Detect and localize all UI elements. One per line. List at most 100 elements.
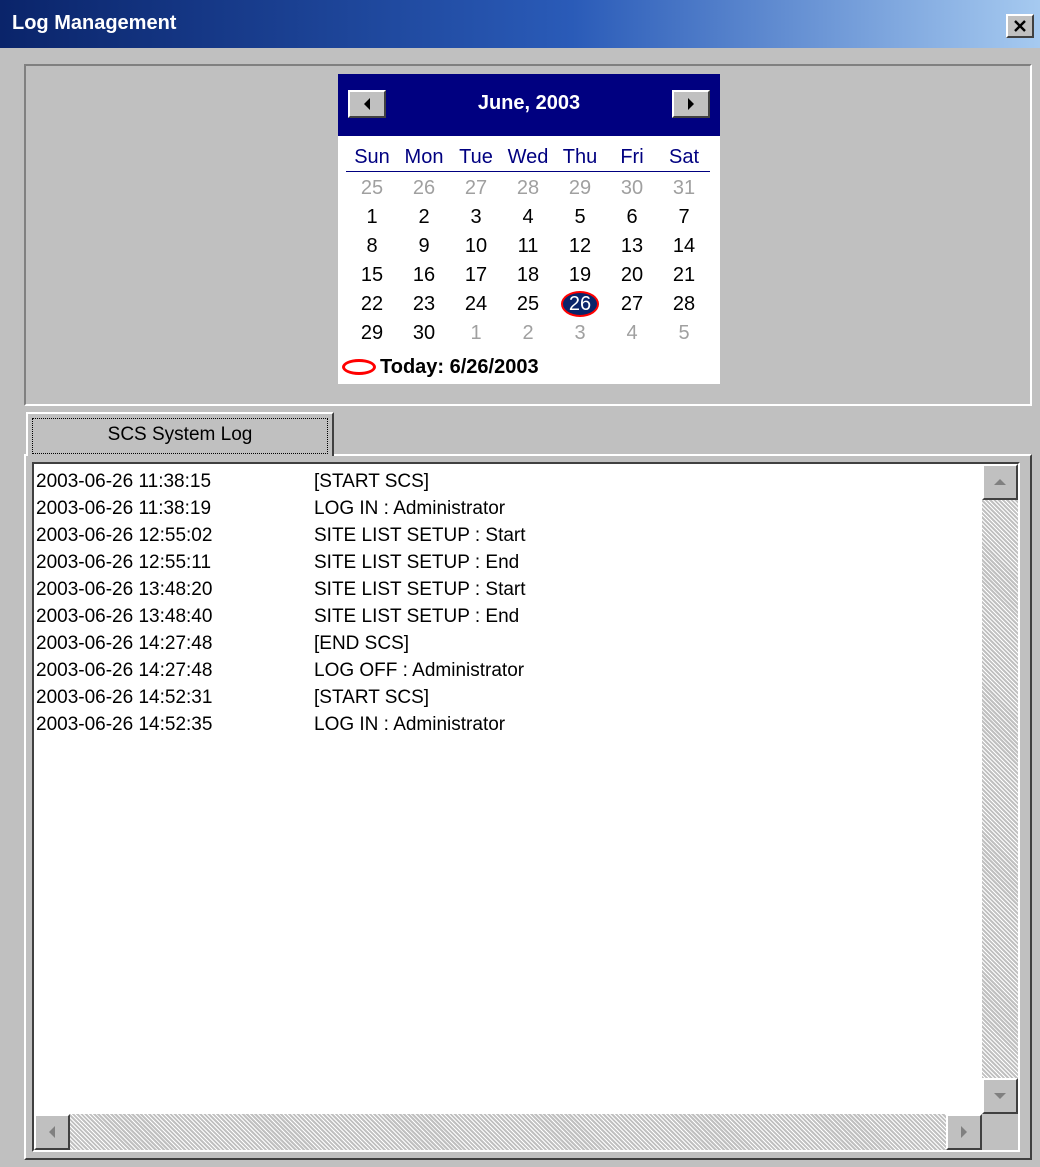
calendar-day[interactable]: 1 xyxy=(450,319,502,348)
calendar-day-number: 20 xyxy=(620,264,644,286)
log-message: [START SCS] xyxy=(314,687,430,708)
today-link[interactable]: Today: 6/26/2003 xyxy=(342,354,539,380)
log-row[interactable]: 2003-06-26 13:48:40 SITE LIST SETUP : End xyxy=(36,603,976,630)
scroll-up-button[interactable] xyxy=(982,464,1018,500)
calendar-day[interactable]: 17 xyxy=(450,261,502,290)
title-bar[interactable]: Log Management xyxy=(0,0,1040,48)
calendar-day[interactable]: 16 xyxy=(398,261,450,290)
calendar-day[interactable]: 3 xyxy=(450,203,502,232)
calendar-day-number: 8 xyxy=(366,235,378,257)
calendar-day-number: 4 xyxy=(522,206,534,228)
scroll-down-button[interactable] xyxy=(982,1078,1018,1114)
calendar-day-number: 7 xyxy=(678,206,690,228)
log-message: LOG OFF : Administrator xyxy=(314,660,525,681)
calendar-day[interactable]: 11 xyxy=(502,232,554,261)
calendar-day[interactable]: 21 xyxy=(658,261,710,290)
calendar-day[interactable]: 4 xyxy=(502,203,554,232)
log-row[interactable]: 2003-06-26 12:55:11 SITE LIST SETUP : End xyxy=(36,549,976,576)
log-row[interactable]: 2003-06-26 12:55:02 SITE LIST SETUP : Sta… xyxy=(36,522,976,549)
close-button[interactable] xyxy=(1006,14,1034,38)
calendar-day[interactable]: 27 xyxy=(606,290,658,319)
calendar-day[interactable]: 30 xyxy=(398,319,450,348)
calendar-day-number: 9 xyxy=(418,235,430,257)
log-message: SITE LIST SETUP : End xyxy=(314,606,520,627)
calendar-day[interactable]: 30 xyxy=(606,174,658,203)
calendar-day[interactable]: 23 xyxy=(398,290,450,319)
log-row[interactable]: 2003-06-26 13:48:20 SITE LIST SETUP : Sta… xyxy=(36,576,976,603)
log-row[interactable]: 2003-06-26 14:52:31 [START SCS] xyxy=(36,684,976,711)
vertical-scrollbar[interactable] xyxy=(982,464,1018,1114)
calendar-day-number: 5 xyxy=(678,322,690,344)
calendar-day[interactable]: 13 xyxy=(606,232,658,261)
calendar-day[interactable]: 20 xyxy=(606,261,658,290)
log-row[interactable]: 2003-06-26 14:52:35 LOG IN : Administrato… xyxy=(36,711,976,738)
calendar-day[interactable]: 7 xyxy=(658,203,710,232)
calendar-day[interactable]: 4 xyxy=(606,319,658,348)
today-circle-icon xyxy=(342,359,376,375)
log-time: 2003-06-26 14:27:48 xyxy=(36,660,213,681)
calendar-day[interactable]: 9 xyxy=(398,232,450,261)
calendar-day[interactable]: 5 xyxy=(554,203,606,232)
calendar-day-number: 25 xyxy=(360,177,384,199)
log-time: 2003-06-26 14:27:48 xyxy=(36,633,213,654)
log-row[interactable]: 2003-06-26 14:27:48 [END SCS] xyxy=(36,630,976,657)
month-calendar[interactable]: June, 2003 Sun Mon Tue Wed Thu Fri Sat 25 26 27 2… xyxy=(338,74,720,384)
calendar-day[interactable]: 25 xyxy=(502,290,554,319)
horizontal-scrollbar[interactable] xyxy=(34,1114,982,1150)
calendar-day-number: 1 xyxy=(470,322,482,344)
calendar-day-number: 17 xyxy=(464,264,488,286)
log-row[interactable]: 2003-06-26 14:27:48 LOG OFF : Administrat… xyxy=(36,657,976,684)
calendar-day[interactable]: 6 xyxy=(606,203,658,232)
triangle-left-icon xyxy=(49,1126,55,1138)
calendar-day-number: 19 xyxy=(568,264,592,286)
calendar-day[interactable]: 19 xyxy=(554,261,606,290)
calendar-day[interactable]: 2 xyxy=(502,319,554,348)
calendar-day[interactable]: 3 xyxy=(554,319,606,348)
scroll-right-button[interactable] xyxy=(946,1114,982,1150)
calendar-day[interactable]: 29 xyxy=(346,319,398,348)
calendar-day[interactable]: 5 xyxy=(658,319,710,348)
calendar-day[interactable]: 8 xyxy=(346,232,398,261)
calendar-day[interactable]: 18 xyxy=(502,261,554,290)
month-label[interactable]: June, 2003 xyxy=(338,92,720,115)
calendar-day-number: 12 xyxy=(568,235,592,257)
calendar-day[interactable]: 25 xyxy=(346,174,398,203)
calendar-day[interactable]: 14 xyxy=(658,232,710,261)
log-time: 2003-06-26 12:55:11 xyxy=(36,552,212,573)
calendar-day-number: 3 xyxy=(470,206,482,228)
day-of-week-label: Sun xyxy=(354,146,390,168)
calendar-day[interactable]: 22 xyxy=(346,290,398,319)
scrollbar-corner xyxy=(982,1114,1018,1150)
calendar-day-number: 13 xyxy=(620,235,644,257)
next-month-button[interactable] xyxy=(672,90,710,118)
log-message: [END SCS] xyxy=(314,633,410,654)
calendar-day[interactable]: 24 xyxy=(450,290,502,319)
calendar-day-number: 14 xyxy=(672,235,696,257)
calendar-day[interactable]: 31 xyxy=(658,174,710,203)
calendar-day-selected[interactable]: 26 xyxy=(554,290,606,319)
calendar-day[interactable]: 15 xyxy=(346,261,398,290)
calendar-day[interactable]: 26 xyxy=(398,174,450,203)
calendar-day[interactable]: 12 xyxy=(554,232,606,261)
day-of-week-header: Sun Mon Tue Wed Thu Fri Sat xyxy=(346,146,710,172)
calendar-day-number: 1 xyxy=(366,206,378,228)
calendar-day-number: 29 xyxy=(360,322,384,344)
calendar-day[interactable]: 2 xyxy=(398,203,450,232)
calendar-day[interactable]: 29 xyxy=(554,174,606,203)
scroll-left-button[interactable] xyxy=(34,1114,70,1150)
calendar-day[interactable]: 1 xyxy=(346,203,398,232)
log-row[interactable]: 2003-06-26 11:38:19 LOG IN : Administrato… xyxy=(36,495,976,522)
log-time: 2003-06-26 11:38:15 xyxy=(36,471,212,492)
close-icon xyxy=(1014,20,1026,32)
calendar-day[interactable]: 27 xyxy=(450,174,502,203)
calendar-day-number: 26 xyxy=(560,291,600,317)
calendar-header: June, 2003 xyxy=(338,74,720,136)
calendar-day-number: 27 xyxy=(620,293,644,315)
calendar-day[interactable]: 28 xyxy=(502,174,554,203)
tab-scs-system-log[interactable]: SCS System Log xyxy=(26,412,334,456)
log-message: LOG IN : Administrator xyxy=(314,498,506,519)
calendar-day[interactable]: 28 xyxy=(658,290,710,319)
log-row[interactable]: 2003-06-26 11:38:15 [START SCS] xyxy=(36,468,976,495)
log-list[interactable]: 2003-06-26 11:38:15 [START SCS] 2003-06-26… xyxy=(32,462,1020,1152)
calendar-day[interactable]: 10 xyxy=(450,232,502,261)
